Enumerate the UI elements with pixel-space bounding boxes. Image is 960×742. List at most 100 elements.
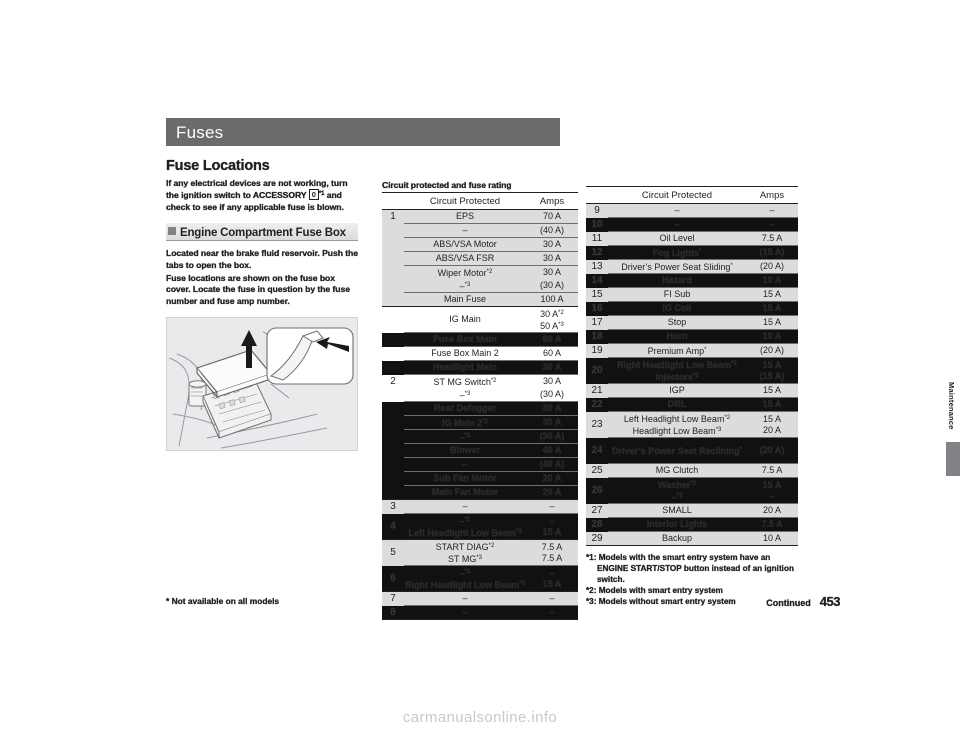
footer-note: * Not available on all models xyxy=(166,596,280,606)
fuse-number-cell xyxy=(382,429,404,444)
amps-cell: 15 A xyxy=(746,287,798,302)
fuse-number-cell: 16 xyxy=(586,301,608,316)
subsection-header: Engine Compartment Fuse Box xyxy=(166,223,358,242)
table-row: 16 IG Coil 15 A xyxy=(586,301,798,316)
table-row: 29 Backup 10 A xyxy=(586,531,798,546)
table-row: 25 MG Clutch 7.5 A xyxy=(586,463,798,478)
table-row: 1 EPS 70 A xyxy=(382,209,578,224)
circuit-protected-cell: Interior Lights xyxy=(608,517,746,532)
fuse-number-cell: 2 xyxy=(382,374,404,388)
fuse-number-cell: 12 xyxy=(586,245,608,260)
circuit-protected-cell: Driver’s Power Seat Reclining* xyxy=(608,437,746,464)
amps-cell: 30 A xyxy=(526,360,578,375)
circuit-protected-cell: Hazard xyxy=(608,273,746,288)
fuse-number-cell: 1 xyxy=(382,209,404,224)
fuse-table-right-body: 9– –10– –11 Oil Level 7.5 A 12 Fog Lights* (15 … xyxy=(586,203,798,546)
table-row: 15 FI Sub 15 A xyxy=(586,287,798,302)
table-row: –*3 (30 A) xyxy=(382,279,578,293)
fuse-number-cell: 6 xyxy=(382,565,404,592)
col-header-number xyxy=(382,192,404,210)
circuit-protected-cell: – xyxy=(404,605,526,620)
section-title-bar: Fuses xyxy=(166,118,560,146)
amps-cell: 30 A xyxy=(526,374,578,388)
circuit-protected-cell: FI Sub xyxy=(608,287,746,302)
circuit-protected-cell: Fog Lights* xyxy=(608,245,746,260)
table-row: 19 Premium Amp* (20 A) xyxy=(586,343,798,358)
table-row: 3– – xyxy=(382,499,578,514)
amps-cell: 20 A xyxy=(746,503,798,518)
chapter-edge-label: Maintenance xyxy=(947,382,956,430)
circuit-protected-cell: Left Headlight Low Beam*2 Headlight Low B… xyxy=(608,411,746,438)
fuse-number-cell: 3 xyxy=(382,499,404,514)
section-title: Fuses xyxy=(176,123,224,142)
fuse-number-cell xyxy=(382,360,404,375)
col-header-circuit: Circuit Protected xyxy=(404,192,526,210)
amps-cell: (30 A) xyxy=(526,388,578,402)
fuse-number-cell: 11 xyxy=(586,231,608,246)
fuse-number-cell xyxy=(382,251,404,266)
table-header-row: Circuit Protected Amps xyxy=(586,186,798,204)
circuit-protected-cell: – xyxy=(404,499,526,514)
amps-cell: (30 A) xyxy=(526,279,578,293)
fuse-number-cell xyxy=(382,346,404,361)
circuit-protected-cell: Fuse Box Main 2 xyxy=(404,346,526,361)
col-header-amps: Amps xyxy=(526,192,578,210)
circuit-protected-cell: Driver’s Power Seat Sliding* xyxy=(608,259,746,274)
circuit-protected-cell: ST MG Switch*2 xyxy=(404,374,526,388)
amps-cell: (40 A) xyxy=(526,223,578,238)
circuit-protected-cell: IGP xyxy=(608,383,746,398)
amps-cell: 30 A xyxy=(526,265,578,279)
fuse-number-cell xyxy=(382,223,404,238)
amps-cell: – xyxy=(526,499,578,514)
amps-cell: 10 A xyxy=(746,531,798,546)
amps-cell: –15 A xyxy=(526,513,578,540)
table-row: Fuse Box Main 2 60 A xyxy=(382,346,578,361)
table-row: 7– – xyxy=(382,591,578,606)
subsection-title: Engine Compartment Fuse Box xyxy=(180,227,346,240)
circuit-protected-cell: EPS xyxy=(404,209,526,224)
fuse-number-cell xyxy=(382,388,404,402)
page-heading: Fuse Locations xyxy=(166,158,270,174)
fuse-number-cell xyxy=(382,401,404,416)
fuse-number-cell: 5 xyxy=(382,539,404,566)
fuse-number-cell: 13 xyxy=(586,259,608,274)
amps-cell: 30 A xyxy=(526,251,578,266)
circuit-protected-cell: ABS/VSA Motor xyxy=(404,237,526,252)
amps-cell: 60 A xyxy=(526,332,578,347)
amps-cell: 70 A xyxy=(526,209,578,224)
table-row: 5 START DIAG*2 ST MG*3 7.5 A 7.5 A xyxy=(382,539,578,566)
table-row: IG Main 2*2 30 A xyxy=(382,415,578,430)
amps-cell: 20 A xyxy=(526,471,578,486)
fuse-number-cell xyxy=(382,457,404,472)
chapter-edge-tab xyxy=(946,442,960,476)
fuse-number-cell: 22 xyxy=(586,397,608,412)
amps-cell: 10 A xyxy=(746,329,798,344)
amps-cell: 7.5 A 7.5 A xyxy=(526,539,578,566)
amps-cell: 30 A*2 50 A*3 xyxy=(526,306,578,333)
footer-page-info: Continued 453 xyxy=(766,594,841,609)
col-header-number xyxy=(586,186,608,204)
circuit-protected-cell: Sub Fan Motor xyxy=(404,471,526,486)
circuit-protected-cell: IG Main 2*2 xyxy=(404,415,526,430)
table-row: 21 IGP 15 A xyxy=(586,383,798,398)
fuse-table-left-body: 1 EPS 70 A – (40 A) ABS/VSA Motor 30 A ABS/VSA … xyxy=(382,209,578,620)
amps-cell: (20 A) xyxy=(746,437,798,464)
fuse-number-cell xyxy=(382,279,404,293)
amps-cell: – xyxy=(526,591,578,606)
circuit-protected-cell: Premium Amp* xyxy=(608,343,746,358)
table-row: 23 Left Headlight Low Beam*2 Headlight Low… xyxy=(586,411,798,438)
fuse-number-cell: 4 xyxy=(382,513,404,540)
footer-continued-label: Continued xyxy=(766,598,811,608)
intro-paragraph: If any electrical devices are not workin… xyxy=(166,178,358,213)
amps-cell: (40 A) xyxy=(526,457,578,472)
right-fuse-table-wrap: Circuit Protected Amps 9– –10– –11 Oil Leve… xyxy=(586,186,798,607)
square-bullet-icon xyxy=(168,227,176,236)
amps-cell: (15 A) xyxy=(746,245,798,260)
amps-cell: 7.5 A xyxy=(746,463,798,478)
fuse-box-diagram xyxy=(167,318,357,451)
fuse-table-right: Circuit Protected Amps 9– –10– –11 Oil Leve… xyxy=(586,186,798,546)
circuit-protected-cell: Washer*2 –*3 xyxy=(608,477,746,504)
watermark: carmanualsonline.info xyxy=(402,709,558,726)
fuse-table-left: Circuit Protected Amps 1 EPS 70 A – (40 A) AB… xyxy=(382,192,578,620)
circuit-protected-cell: Main Fuse xyxy=(404,292,526,307)
